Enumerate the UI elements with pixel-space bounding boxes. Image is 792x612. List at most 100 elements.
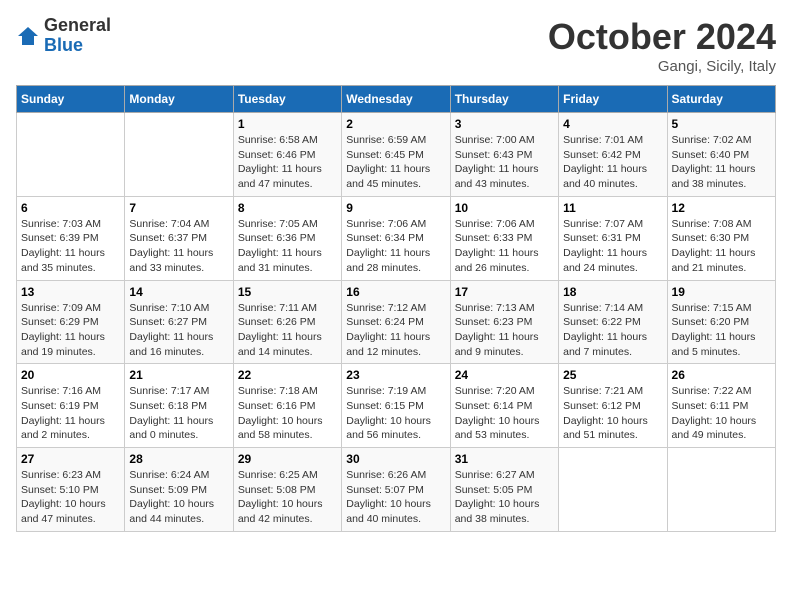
day-number: 16 — [346, 285, 445, 299]
cell-content: Sunrise: 6:26 AM Sunset: 5:07 PM Dayligh… — [346, 468, 445, 527]
daylight: Daylight: 11 hours and 12 minutes. — [346, 331, 430, 358]
sunset: Sunset: 6:19 PM — [21, 400, 99, 412]
day-number: 25 — [563, 368, 662, 382]
sunset: Sunset: 6:23 PM — [455, 316, 533, 328]
cell-content: Sunrise: 7:22 AM Sunset: 6:11 PM Dayligh… — [672, 384, 771, 443]
sunset: Sunset: 6:29 PM — [21, 316, 99, 328]
day-number: 23 — [346, 368, 445, 382]
daylight: Daylight: 10 hours and 42 minutes. — [238, 498, 323, 525]
daylight: Daylight: 10 hours and 56 minutes. — [346, 415, 431, 442]
calendar-cell: 16 Sunrise: 7:12 AM Sunset: 6:24 PM Dayl… — [342, 280, 450, 364]
cell-content: Sunrise: 7:06 AM Sunset: 6:34 PM Dayligh… — [346, 217, 445, 276]
sunrise: Sunrise: 7:16 AM — [21, 385, 101, 397]
day-number: 24 — [455, 368, 554, 382]
daylight: Daylight: 10 hours and 53 minutes. — [455, 415, 540, 442]
day-number: 15 — [238, 285, 337, 299]
day-number: 28 — [129, 452, 228, 466]
sunset: Sunset: 6:14 PM — [455, 400, 533, 412]
cell-content: Sunrise: 7:11 AM Sunset: 6:26 PM Dayligh… — [238, 301, 337, 360]
daylight: Daylight: 11 hours and 45 minutes. — [346, 163, 430, 190]
daylight: Daylight: 11 hours and 40 minutes. — [563, 163, 647, 190]
day-number: 4 — [563, 117, 662, 131]
cell-content: Sunrise: 6:24 AM Sunset: 5:09 PM Dayligh… — [129, 468, 228, 527]
sunset: Sunset: 5:08 PM — [238, 484, 316, 496]
day-number: 14 — [129, 285, 228, 299]
calendar-cell: 17 Sunrise: 7:13 AM Sunset: 6:23 PM Dayl… — [450, 280, 558, 364]
calendar-cell: 15 Sunrise: 7:11 AM Sunset: 6:26 PM Dayl… — [233, 280, 341, 364]
day-number: 13 — [21, 285, 120, 299]
daylight: Daylight: 10 hours and 51 minutes. — [563, 415, 648, 442]
cell-content: Sunrise: 7:10 AM Sunset: 6:27 PM Dayligh… — [129, 301, 228, 360]
sunrise: Sunrise: 7:20 AM — [455, 385, 535, 397]
sunrise: Sunrise: 7:07 AM — [563, 218, 643, 230]
sunrise: Sunrise: 7:19 AM — [346, 385, 426, 397]
cell-content: Sunrise: 7:12 AM Sunset: 6:24 PM Dayligh… — [346, 301, 445, 360]
sunrise: Sunrise: 7:10 AM — [129, 302, 209, 314]
sunrise: Sunrise: 7:18 AM — [238, 385, 318, 397]
sunset: Sunset: 6:12 PM — [563, 400, 641, 412]
cell-content: Sunrise: 6:58 AM Sunset: 6:46 PM Dayligh… — [238, 133, 337, 192]
daylight: Daylight: 11 hours and 31 minutes. — [238, 247, 322, 274]
daylight: Daylight: 11 hours and 33 minutes. — [129, 247, 213, 274]
calendar-cell: 25 Sunrise: 7:21 AM Sunset: 6:12 PM Dayl… — [559, 364, 667, 448]
sunrise: Sunrise: 7:04 AM — [129, 218, 209, 230]
sunrise: Sunrise: 6:59 AM — [346, 134, 426, 146]
daylight: Daylight: 11 hours and 43 minutes. — [455, 163, 539, 190]
sunset: Sunset: 6:42 PM — [563, 149, 641, 161]
cell-content: Sunrise: 7:07 AM Sunset: 6:31 PM Dayligh… — [563, 217, 662, 276]
calendar-cell — [667, 448, 775, 532]
daylight: Daylight: 11 hours and 9 minutes. — [455, 331, 539, 358]
sunrise: Sunrise: 7:17 AM — [129, 385, 209, 397]
cell-content: Sunrise: 7:01 AM Sunset: 6:42 PM Dayligh… — [563, 133, 662, 192]
cell-content: Sunrise: 7:16 AM Sunset: 6:19 PM Dayligh… — [21, 384, 120, 443]
sunrise: Sunrise: 6:24 AM — [129, 469, 209, 481]
daylight: Daylight: 10 hours and 49 minutes. — [672, 415, 757, 442]
sunset: Sunset: 6:20 PM — [672, 316, 750, 328]
sunrise: Sunrise: 7:06 AM — [455, 218, 535, 230]
sunrise: Sunrise: 7:11 AM — [238, 302, 317, 314]
sunset: Sunset: 6:24 PM — [346, 316, 424, 328]
col-header-tuesday: Tuesday — [233, 86, 341, 113]
cell-content: Sunrise: 7:05 AM Sunset: 6:36 PM Dayligh… — [238, 217, 337, 276]
sunset: Sunset: 6:40 PM — [672, 149, 750, 161]
daylight: Daylight: 11 hours and 14 minutes. — [238, 331, 322, 358]
day-number: 8 — [238, 201, 337, 215]
sunrise: Sunrise: 7:13 AM — [455, 302, 535, 314]
calendar-cell: 30 Sunrise: 6:26 AM Sunset: 5:07 PM Dayl… — [342, 448, 450, 532]
cell-content: Sunrise: 7:04 AM Sunset: 6:37 PM Dayligh… — [129, 217, 228, 276]
calendar-cell: 28 Sunrise: 6:24 AM Sunset: 5:09 PM Dayl… — [125, 448, 233, 532]
day-number: 5 — [672, 117, 771, 131]
daylight: Daylight: 10 hours and 58 minutes. — [238, 415, 323, 442]
sunset: Sunset: 6:37 PM — [129, 232, 207, 244]
daylight: Daylight: 11 hours and 0 minutes. — [129, 415, 213, 442]
calendar-cell: 31 Sunrise: 6:27 AM Sunset: 5:05 PM Dayl… — [450, 448, 558, 532]
sunset: Sunset: 6:33 PM — [455, 232, 533, 244]
sunset: Sunset: 6:11 PM — [672, 400, 749, 412]
cell-content: Sunrise: 7:02 AM Sunset: 6:40 PM Dayligh… — [672, 133, 771, 192]
daylight: Daylight: 11 hours and 5 minutes. — [672, 331, 756, 358]
cell-content: Sunrise: 7:13 AM Sunset: 6:23 PM Dayligh… — [455, 301, 554, 360]
logo-text: General Blue — [44, 16, 111, 56]
cell-content: Sunrise: 7:20 AM Sunset: 6:14 PM Dayligh… — [455, 384, 554, 443]
day-number: 21 — [129, 368, 228, 382]
sunset: Sunset: 5:09 PM — [129, 484, 207, 496]
daylight: Daylight: 11 hours and 47 minutes. — [238, 163, 322, 190]
day-number: 7 — [129, 201, 228, 215]
daylight: Daylight: 11 hours and 24 minutes. — [563, 247, 647, 274]
calendar-cell: 11 Sunrise: 7:07 AM Sunset: 6:31 PM Dayl… — [559, 196, 667, 280]
daylight: Daylight: 11 hours and 16 minutes. — [129, 331, 213, 358]
sunset: Sunset: 6:30 PM — [672, 232, 750, 244]
sunset: Sunset: 6:15 PM — [346, 400, 424, 412]
day-number: 20 — [21, 368, 120, 382]
week-row-3: 20 Sunrise: 7:16 AM Sunset: 6:19 PM Dayl… — [17, 364, 776, 448]
daylight: Daylight: 11 hours and 7 minutes. — [563, 331, 647, 358]
day-number: 3 — [455, 117, 554, 131]
week-row-4: 27 Sunrise: 6:23 AM Sunset: 5:10 PM Dayl… — [17, 448, 776, 532]
sunrise: Sunrise: 6:27 AM — [455, 469, 535, 481]
calendar-cell: 10 Sunrise: 7:06 AM Sunset: 6:33 PM Dayl… — [450, 196, 558, 280]
week-row-1: 6 Sunrise: 7:03 AM Sunset: 6:39 PM Dayli… — [17, 196, 776, 280]
col-header-sunday: Sunday — [17, 86, 125, 113]
col-header-friday: Friday — [559, 86, 667, 113]
daylight: Daylight: 11 hours and 21 minutes. — [672, 247, 756, 274]
col-header-saturday: Saturday — [667, 86, 775, 113]
